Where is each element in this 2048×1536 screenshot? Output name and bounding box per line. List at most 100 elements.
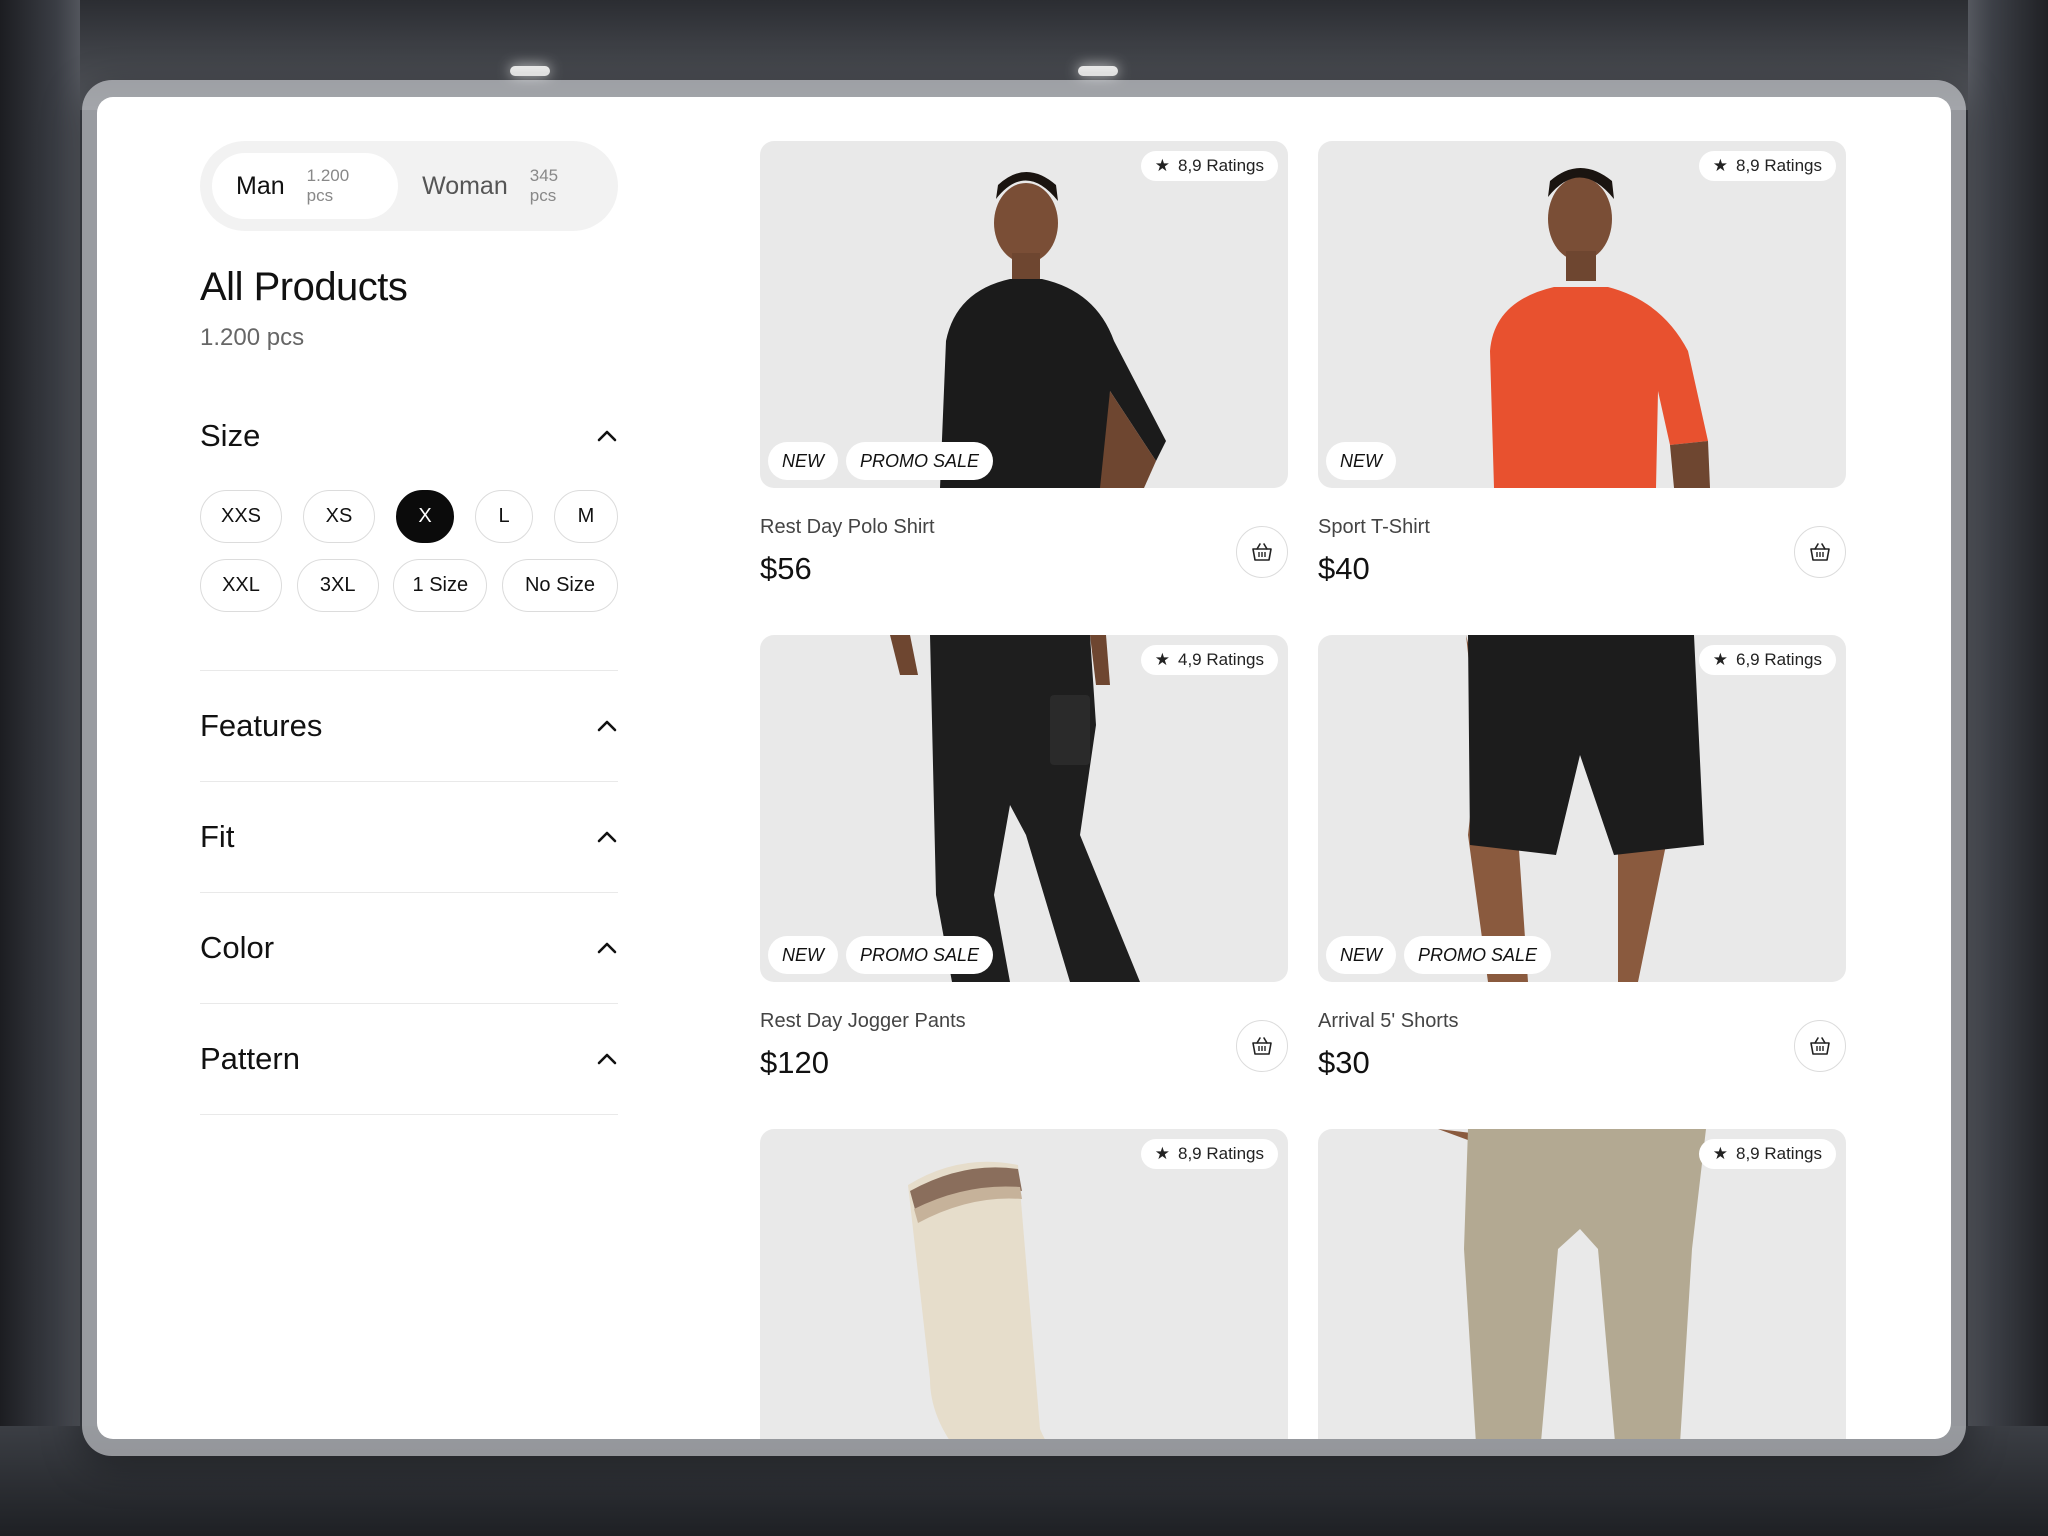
shop-panel: Man 1.200 pcs Woman 345 pcs All Products… [97, 97, 1951, 1439]
size-chip-l[interactable]: L [475, 490, 533, 543]
black-jogger-pants-image [890, 635, 1140, 982]
background-right-wall [1968, 0, 2048, 1536]
gender-label: Man [236, 171, 285, 200]
product-tags: NEW PROMO SALE [768, 442, 994, 480]
rating-text: 8,9 Ratings [1736, 1144, 1822, 1163]
product-card[interactable]: ★ 8,9 Ratings NEW PROMO SALE Rest Day Po… [760, 141, 1288, 587]
product-card[interactable]: ★ 8,9 Ratings NEW Sport T-Shirt $40 [1318, 141, 1846, 587]
product-price: $120 [760, 1045, 829, 1080]
size-row: XXL 3XL 1 Size No Size [200, 559, 618, 612]
chevron-up-icon [596, 1048, 618, 1070]
rating-badge: ★ 8,9 Ratings [1698, 151, 1836, 181]
add-to-cart-button[interactable] [1236, 1020, 1288, 1072]
rating-text: 4,9 Ratings [1178, 650, 1264, 669]
rating-badge: ★ 4,9 Ratings [1140, 645, 1278, 675]
fit-filter: Fit [200, 782, 618, 893]
add-to-cart-button[interactable] [1236, 526, 1288, 578]
chevron-up-icon [596, 937, 618, 959]
filter-title: Size [200, 418, 261, 453]
product-price: $56 [760, 551, 812, 586]
gender-count: 345 pcs [529, 166, 559, 205]
product-image[interactable]: ★ 8,9 Ratings NEW PROMO SALE [760, 141, 1288, 488]
product-name[interactable]: Arrival 5' Shorts [1318, 1010, 1846, 1033]
rating-text: 8,9 Ratings [1178, 1144, 1264, 1163]
rating-text: 8,9 Ratings [1736, 156, 1822, 175]
black-polo-shirt-image [940, 172, 1166, 488]
size-filter-header[interactable]: Size [200, 418, 618, 454]
product-name[interactable]: Rest Day Polo Shirt [760, 516, 1288, 539]
features-filter: Features [200, 671, 618, 782]
product-card[interactable]: ★ 8,9 Ratings [1318, 1129, 1846, 1439]
star-icon: ★ [1154, 156, 1170, 175]
product-card[interactable]: ★ 6,9 Ratings NEW PROMO SALE Arrival 5' … [1318, 635, 1846, 1081]
star-icon: ★ [1154, 1144, 1170, 1163]
star-icon: ★ [1154, 650, 1170, 669]
color-filter-header[interactable]: Color [200, 893, 618, 1003]
size-chip-x[interactable]: X [396, 490, 454, 543]
filter-sidebar: Man 1.200 pcs Woman 345 pcs All Products… [200, 141, 618, 1115]
tag-promo-sale: PROMO SALE [846, 442, 994, 480]
tag-promo-sale: PROMO SALE [1404, 936, 1552, 974]
rating-text: 6,9 Ratings [1736, 650, 1822, 669]
chevron-up-icon [596, 715, 618, 737]
product-card[interactable]: ★ 4,9 Ratings NEW PROMO SALE Rest Day Jo… [760, 635, 1288, 1081]
product-count: 1.200 pcs [200, 324, 305, 351]
pattern-filter: Pattern [200, 1004, 618, 1115]
product-image[interactable]: ★ 8,9 Ratings NEW [1318, 141, 1846, 488]
filter-title: Color [200, 930, 275, 965]
filter-title: Pattern [200, 1041, 300, 1076]
product-price: $40 [1318, 551, 1370, 586]
cream-sock-image [908, 1161, 1045, 1439]
gender-count: 1.200 pcs [306, 166, 350, 205]
size-filter: Size XXS XS X L M XXL 3XL 1 Size No Size [200, 418, 618, 671]
size-chip-xxl[interactable]: XXL [200, 559, 282, 612]
product-tags: NEW [1326, 442, 1396, 480]
filter-title: Features [200, 708, 323, 743]
pattern-filter-header[interactable]: Pattern [200, 1004, 618, 1114]
basket-icon [1810, 543, 1830, 561]
size-row: XXS XS X L M [200, 490, 618, 543]
product-image[interactable]: ★ 6,9 Ratings NEW PROMO SALE [1318, 635, 1846, 982]
page-title: All Products [200, 265, 408, 309]
size-chip-1-size[interactable]: 1 Size [393, 559, 488, 612]
product-image[interactable]: ★ 8,9 Ratings [1318, 1129, 1846, 1439]
background-left-wall [0, 0, 80, 1536]
star-icon: ★ [1712, 1144, 1728, 1163]
tag-promo-sale: PROMO SALE [846, 936, 994, 974]
product-name[interactable]: Sport T-Shirt [1318, 516, 1846, 539]
gender-switch: Man 1.200 pcs Woman 345 pcs [200, 141, 618, 231]
rating-badge: ★ 6,9 Ratings [1698, 645, 1836, 675]
gender-option-woman[interactable]: Woman 345 pcs [398, 153, 606, 219]
product-tags: NEW PROMO SALE [768, 936, 994, 974]
gender-option-man[interactable]: Man 1.200 pcs [212, 153, 399, 219]
features-filter-header[interactable]: Features [200, 671, 618, 781]
size-chip-xxs[interactable]: XXS [200, 490, 282, 543]
product-image[interactable]: ★ 4,9 Ratings NEW PROMO SALE [760, 635, 1288, 982]
product-name[interactable]: Rest Day Jogger Pants [760, 1010, 1288, 1033]
basket-icon [1810, 1037, 1830, 1055]
basket-icon [1252, 1037, 1272, 1055]
filter-title: Fit [200, 819, 235, 854]
background-ceiling-light [1078, 66, 1118, 76]
color-filter: Color [200, 893, 618, 1004]
size-chip-no-size[interactable]: No Size [501, 559, 618, 612]
chevron-up-icon [596, 826, 618, 848]
orange-t-shirt-image [1490, 168, 1710, 488]
add-to-cart-button[interactable] [1794, 526, 1846, 578]
black-shorts-image [1466, 635, 1704, 982]
size-chip-3xl[interactable]: 3XL [296, 559, 379, 612]
rating-badge: ★ 8,9 Ratings [1698, 1139, 1836, 1169]
product-card[interactable]: ★ 8,9 Ratings [760, 1129, 1288, 1439]
product-price: $30 [1318, 1045, 1370, 1080]
product-image[interactable]: ★ 8,9 Ratings [760, 1129, 1288, 1439]
tag-new: NEW [1326, 936, 1396, 974]
basket-icon [1252, 543, 1272, 561]
size-chip-xs[interactable]: XS [303, 490, 375, 543]
add-to-cart-button[interactable] [1794, 1020, 1846, 1072]
chevron-up-icon [596, 425, 618, 447]
fit-filter-header[interactable]: Fit [200, 782, 618, 892]
rating-badge: ★ 8,9 Ratings [1140, 151, 1278, 181]
size-chip-m[interactable]: M [554, 490, 618, 543]
tag-new: NEW [1326, 442, 1396, 480]
star-icon: ★ [1712, 650, 1728, 669]
